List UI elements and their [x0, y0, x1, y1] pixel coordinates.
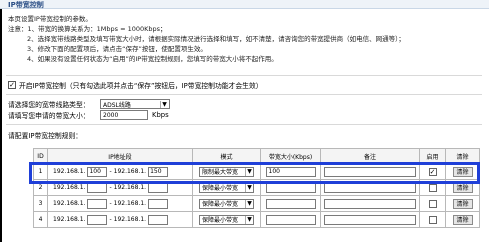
note-4: 4、如果没有设置任何状态为“启用”的IP带宽控制规则，您填写的带宽大小将不起作用…	[27, 55, 278, 63]
chevron-down-icon: ▼	[160, 101, 168, 108]
enable-label: 开启IP带宽控制（只有勾选此项并点击“保存”按钮后，IP带宽控制功能才会生效）	[19, 82, 263, 90]
chevron-down-icon: ▼	[245, 215, 253, 224]
ip-separator: -	[109, 216, 112, 223]
ip-prefix: 192.168.1.	[113, 184, 147, 191]
note-3: 3、修改下面的配置项后，请点击“保存”按钮，使配置项生效。	[27, 45, 207, 53]
divider	[6, 124, 482, 125]
ip-prefix: 192.168.1.	[53, 200, 86, 207]
row-id: 3	[33, 195, 48, 212]
rules-label: 请配置IP带宽控制规则：	[8, 132, 83, 140]
bandwidth-input[interactable]	[265, 182, 316, 193]
mode-value: 保障最小带宽	[202, 201, 239, 208]
note-input[interactable]	[324, 182, 416, 193]
ip-start-input[interactable]	[87, 214, 108, 225]
clear-button[interactable]: 清除	[452, 166, 473, 177]
intro-line: 本页设置IP带宽控制的参数。	[8, 15, 92, 23]
header-mode: 模式	[192, 148, 261, 164]
ip-prefix: 192.168.1.	[53, 184, 86, 191]
ip-range: 192.168.1. - 192.168.1.	[49, 214, 192, 225]
rules-table: ID IP地址段 模式 带宽大小(Kbps) 备注 启用 清除 1 192.16…	[33, 148, 480, 228]
enable-rule-checkbox[interactable]	[428, 183, 437, 192]
ip-end-input[interactable]	[148, 214, 169, 225]
ip-start-input[interactable]: 100	[87, 166, 108, 177]
mode-value: 限制最大带宽	[202, 169, 239, 176]
note-1: 1、带宽的换算关系为：1Mbps = 1000Kbps；	[27, 25, 167, 33]
table-row: 1 192.168.1. 100 - 192.168.1. 150 限制最大带宽…	[33, 163, 480, 180]
clear-button[interactable]: 清除	[452, 182, 473, 193]
table-header-row: ID IP地址段 模式 带宽大小(Kbps) 备注 启用 清除	[33, 148, 480, 164]
row-id: 4	[33, 211, 48, 228]
chevron-down-icon: ▼	[245, 199, 253, 208]
bandwidth-input[interactable]	[265, 198, 316, 209]
chevron-down-icon: ▼	[245, 167, 253, 176]
note-label: 注意：	[8, 25, 28, 33]
note-input[interactable]	[324, 214, 416, 225]
ip-prefix: 192.168.1.	[53, 168, 86, 175]
header-id: ID	[33, 148, 48, 164]
note-input[interactable]	[324, 198, 416, 209]
ip-prefix: 192.168.1.	[113, 216, 147, 223]
note-2: 2、选择宽带线路类型及填写带宽大小时，请根据实际情况进行选择和填写，如不清楚，请…	[27, 35, 405, 43]
divider	[6, 94, 482, 95]
page-title: IP带宽控制	[8, 1, 44, 9]
header-enabled: 启用	[419, 148, 446, 164]
intro-section: 本页设置IP带宽控制的参数。 注意：1、带宽的换算关系为：1Mbps = 100…	[8, 14, 405, 64]
bandwidth-type-select[interactable]: ADSL线路 ▼	[100, 99, 170, 109]
bandwidth-unit: Kbps	[152, 111, 169, 119]
mode-value: 保障最小带宽	[202, 185, 239, 192]
header-ip-range: IP地址段	[47, 148, 193, 164]
page-header: IP带宽控制	[0, 0, 489, 9]
ip-range: 192.168.1. - 192.168.1.	[49, 198, 192, 209]
table-row: 3 192.168.1. - 192.168.1. 保障最小带宽 ▼ 清除	[33, 195, 480, 212]
bandwidth-total-row: 请填写您申请的带宽大小： 2000 Kbps	[8, 110, 169, 120]
divider	[6, 75, 482, 76]
ip-start-input[interactable]	[87, 182, 108, 193]
chevron-down-icon: ▼	[245, 183, 253, 192]
ip-end-input[interactable]: 150	[148, 166, 169, 177]
ip-end-input[interactable]	[148, 198, 169, 209]
bandwidth-type-row: 请选择您的宽带线路类型： ADSL线路 ▼	[8, 99, 170, 109]
ip-separator: -	[109, 200, 112, 207]
enable-rule-checkbox[interactable]: ✓	[428, 167, 437, 176]
enable-rule-checkbox[interactable]	[428, 215, 437, 224]
table-row: 4 192.168.1. - 192.168.1. 保障最小带宽 ▼ 清除	[33, 211, 480, 228]
row-id: 2	[33, 179, 48, 196]
header-note: 备注	[320, 148, 420, 164]
bandwidth-input[interactable]: 100	[265, 166, 316, 177]
mode-select[interactable]: 保障最小带宽 ▼	[199, 182, 254, 193]
note-input[interactable]	[324, 166, 416, 177]
clear-button[interactable]: 清除	[452, 198, 473, 209]
left-border	[0, 9, 2, 242]
ip-prefix: 192.168.1.	[53, 216, 86, 223]
bandwidth-total-label: 请填写您申请的带宽大小：	[8, 112, 90, 120]
header-bandwidth: 带宽大小(Kbps)	[260, 148, 321, 164]
ip-range: 192.168.1. - 192.168.1.	[49, 182, 192, 193]
ip-end-input[interactable]	[148, 182, 169, 193]
bandwidth-input[interactable]	[265, 214, 316, 225]
ip-separator: -	[109, 168, 112, 175]
bandwidth-type-label: 请选择您的宽带线路类型：	[8, 101, 90, 109]
ip-start-input[interactable]	[87, 198, 108, 209]
mode-select[interactable]: 限制最大带宽 ▼	[199, 166, 254, 177]
bandwidth-total-input[interactable]: 2000	[100, 110, 148, 120]
ip-range: 192.168.1. 100 - 192.168.1. 150	[49, 166, 192, 177]
row-id: 1	[33, 163, 48, 180]
clear-button[interactable]: 清除	[452, 214, 473, 225]
enable-row: ✓ 开启IP带宽控制（只有勾选此项并点击“保存”按钮后，IP带宽控制功能才会生效…	[8, 80, 263, 90]
enable-rule-checkbox[interactable]	[428, 199, 437, 208]
ip-separator: -	[109, 184, 112, 191]
bandwidth-type-value: ADSL线路	[103, 101, 131, 109]
mode-value: 保障最小带宽	[202, 217, 239, 224]
mode-select[interactable]: 保障最小带宽 ▼	[199, 214, 254, 225]
enable-checkbox[interactable]: ✓	[8, 81, 16, 89]
mode-select[interactable]: 保障最小带宽 ▼	[199, 198, 254, 209]
ip-prefix: 192.168.1.	[113, 200, 147, 207]
table-row: 2 192.168.1. - 192.168.1. 保障最小带宽 ▼ 清除	[33, 179, 480, 196]
ip-prefix: 192.168.1.	[113, 168, 147, 175]
header-clear: 清除	[445, 148, 480, 164]
